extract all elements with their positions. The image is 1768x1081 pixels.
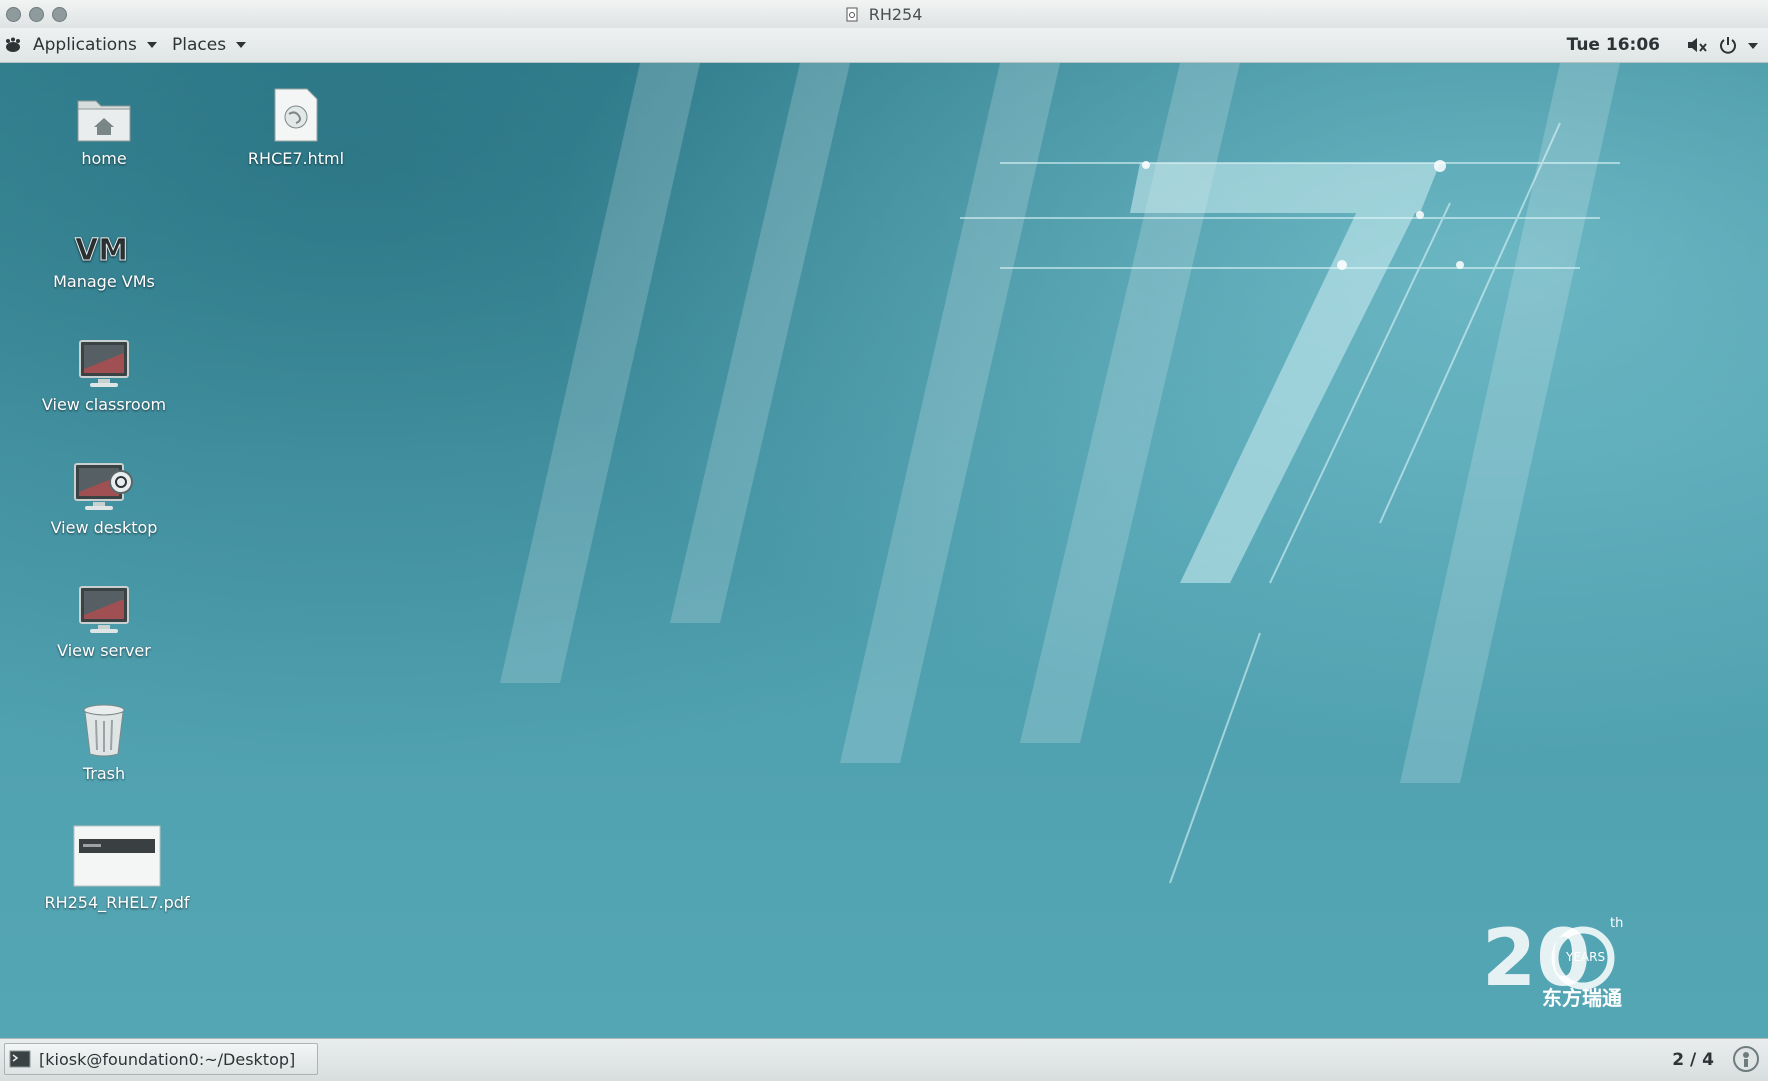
desktop-icon-manage-vms[interactable]: VM Manage VMs xyxy=(19,206,189,292)
taskbar-window-label: [kiosk@foundation0:~/Desktop] xyxy=(39,1049,296,1069)
trash-icon xyxy=(19,698,189,758)
desktop-icon-rh254-pdf[interactable]: RH254_RHEL7.pdf xyxy=(32,825,202,912)
applications-menu[interactable]: Applications xyxy=(4,35,157,55)
system-menu-chevron-down-icon[interactable] xyxy=(1748,43,1758,49)
monitor-icon xyxy=(19,575,189,635)
places-menu-label: Places xyxy=(172,35,227,55)
top-panel: Applications Places Tue 16:06 xyxy=(0,28,1768,63)
desktop-icon-trash[interactable]: Trash xyxy=(19,698,189,783)
chevron-down-icon xyxy=(146,42,157,48)
anniversary-logo: 20 YEARS th 东方瑞通 xyxy=(1482,913,1652,1017)
desktop-icon-view-server[interactable]: View server xyxy=(19,575,189,660)
monitor-icon xyxy=(19,329,189,389)
message-tray-icon[interactable] xyxy=(1732,1045,1760,1077)
desktop-icon-label: RHCE7.html xyxy=(247,149,345,168)
volume-muted-icon[interactable] xyxy=(1686,36,1708,59)
desktop-icon-label: View server xyxy=(57,641,151,660)
desktop-icon-view-desktop[interactable]: View desktop xyxy=(19,452,189,537)
logo-ring-text: YEARS xyxy=(1565,950,1605,964)
desktop-icon-label: home xyxy=(81,149,127,168)
power-icon[interactable] xyxy=(1718,35,1738,60)
desktop-icon-view-classroom[interactable]: View classroom xyxy=(19,329,189,414)
logo-superscript: th xyxy=(1610,916,1623,931)
window-title-bar: RH254 xyxy=(0,0,1768,29)
window-title-text: RH254 xyxy=(868,5,923,24)
home-folder-icon xyxy=(19,83,189,143)
window-title: RH254 xyxy=(0,5,1768,24)
places-menu[interactable]: Places xyxy=(172,35,247,55)
desktop-icon-label: View classroom xyxy=(41,395,167,414)
bottom-panel: [kiosk@foundation0:~/Desktop] 2 / 4 xyxy=(0,1038,1768,1081)
workspace-indicator[interactable]: 2 / 4 xyxy=(1672,1050,1714,1070)
desktop[interactable]: home RHCE7.html VM Manage VMs View class… xyxy=(0,63,1768,1038)
terminal-icon xyxy=(9,1050,31,1068)
desktop-icon-label: View desktop xyxy=(50,518,158,537)
window-document-icon xyxy=(846,7,858,22)
svg-text:VM: VM xyxy=(75,233,128,266)
clock[interactable]: Tue 16:06 xyxy=(1567,35,1660,55)
vm-icon: VM xyxy=(19,206,189,267)
taskbar-window-button[interactable]: [kiosk@foundation0:~/Desktop] xyxy=(4,1043,318,1075)
chevron-down-icon xyxy=(236,42,247,48)
pdf-thumbnail-icon xyxy=(32,825,202,887)
desktop-icon-rhce7-html[interactable]: RHCE7.html xyxy=(211,83,381,168)
html-file-icon xyxy=(211,83,381,143)
desktop-icon-label: RH254_RHEL7.pdf xyxy=(44,893,190,912)
desktop-icon-label: Manage VMs xyxy=(53,272,155,291)
applications-menu-label: Applications xyxy=(33,35,137,55)
desktop-icon-home[interactable]: home xyxy=(19,83,189,168)
monitor-icon xyxy=(19,452,189,512)
wallpaper-graphic xyxy=(500,63,1620,884)
desktop-icon-label: Trash xyxy=(82,764,126,783)
logo-brand: 东方瑞通 xyxy=(1542,986,1622,1010)
gnome-foot-icon xyxy=(6,37,20,52)
